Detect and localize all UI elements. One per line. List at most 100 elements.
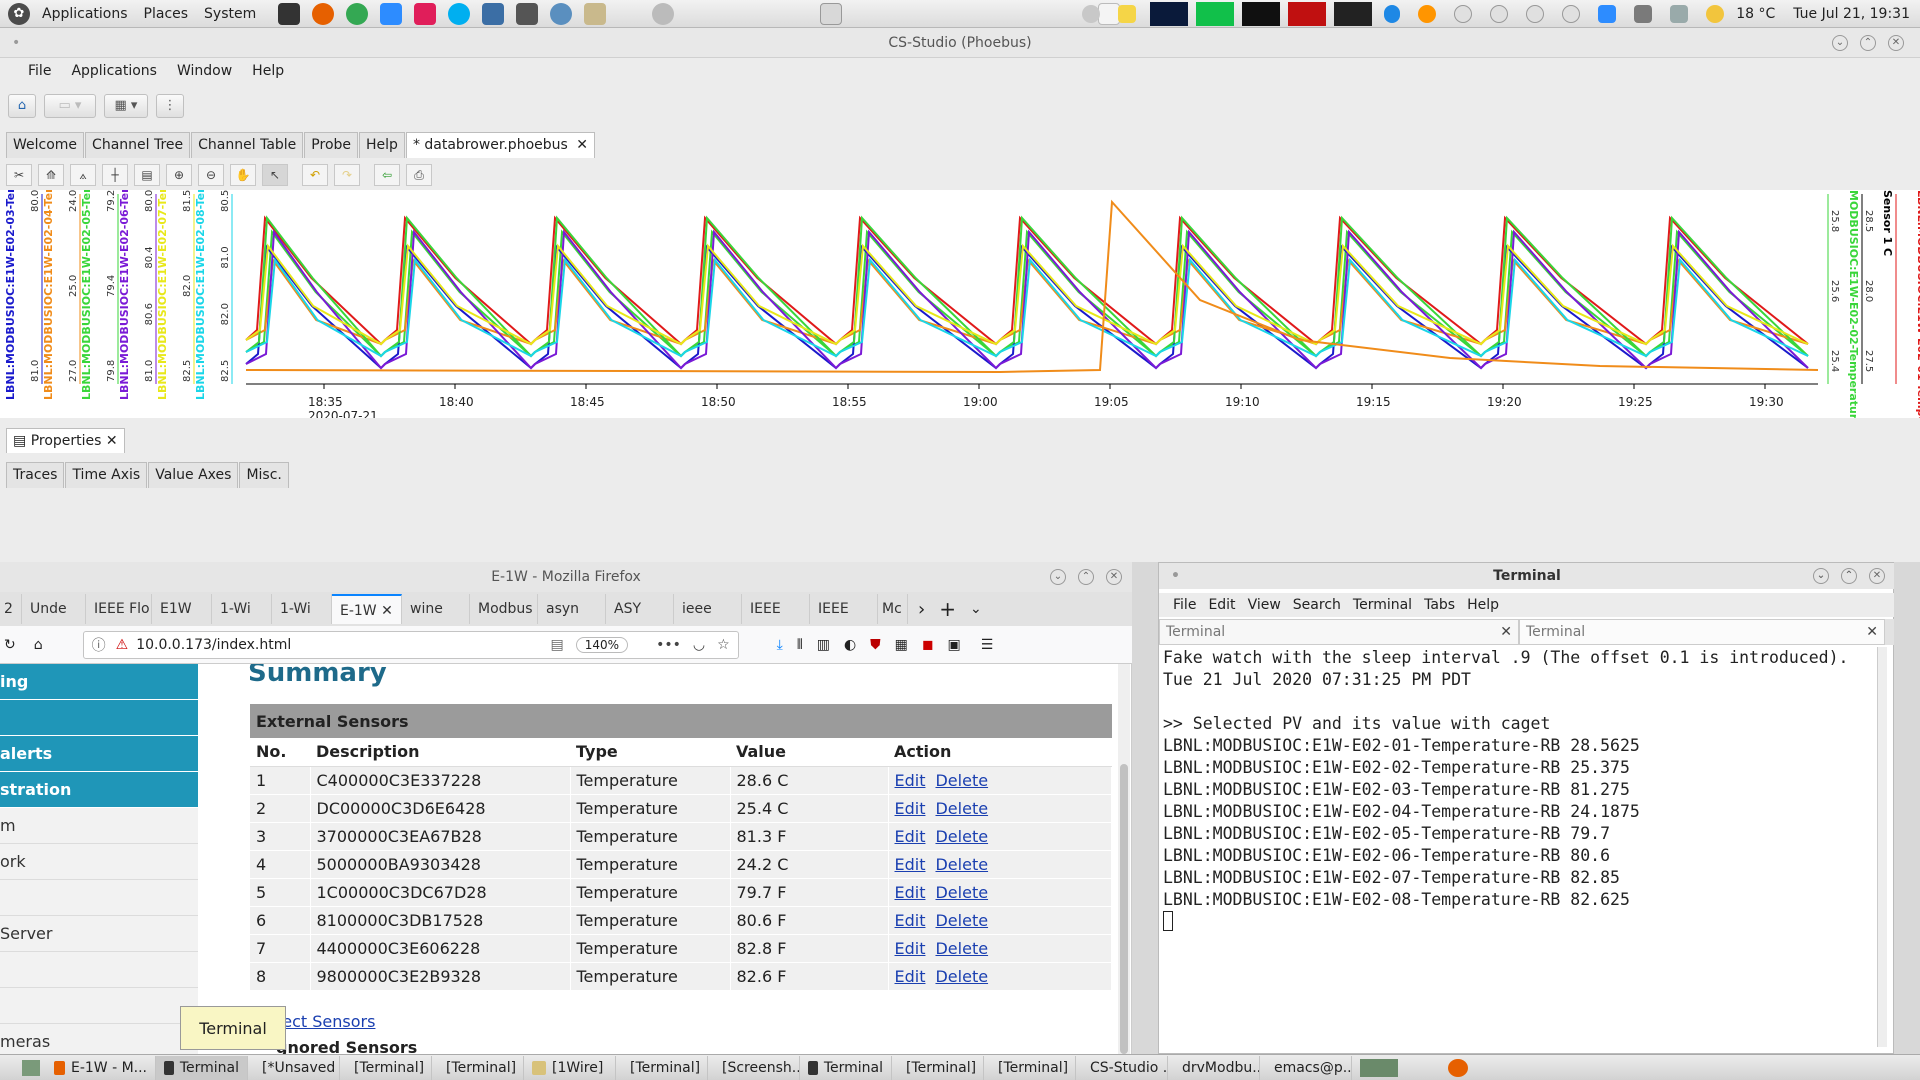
nine-tray-icon[interactable] [1526, 5, 1545, 23]
legend-icon[interactable]: ▤ [134, 164, 160, 186]
term-menu-file[interactable]: File [1167, 597, 1202, 613]
terminal-scrollbar[interactable] [1877, 647, 1887, 1047]
url-text[interactable]: 10.0.0.173/index.html [136, 637, 291, 653]
terminal-output[interactable]: Fake watch with the sleep interval .9 (T… [1163, 647, 1875, 1047]
text-editor-launcher-icon[interactable] [584, 2, 607, 25]
menu-window[interactable]: Window [167, 63, 242, 79]
ff-all-tabs-icon[interactable]: ⌄ [970, 601, 982, 617]
edit-link[interactable]: Edit [895, 883, 926, 902]
zoom-launcher-icon[interactable] [380, 2, 403, 25]
home-button[interactable]: ⌂ [8, 94, 36, 118]
ff-minimize-icon[interactable]: ⌄ [1050, 569, 1066, 585]
taskbar-item[interactable]: E-1W - M... [46, 1055, 156, 1080]
extension-icon[interactable]: ◐ [844, 637, 856, 653]
menu-file[interactable]: File [18, 63, 61, 79]
weather-sun-icon[interactable] [1082, 5, 1101, 23]
undo-icon[interactable]: ↶ [302, 164, 328, 186]
ff-tab[interactable]: IEEE [810, 594, 878, 624]
sidebar-item[interactable]: m [0, 808, 198, 844]
temperature-readout[interactable]: 18 °C [1736, 6, 1775, 22]
delete-link[interactable]: Delete [935, 855, 988, 874]
network-launcher-icon[interactable] [482, 2, 505, 25]
skype-launcher-icon[interactable] [448, 2, 471, 25]
crosshair-icon[interactable]: ┼ [102, 164, 128, 186]
hamburger-menu-icon[interactable]: ☰ [981, 637, 994, 653]
sidebar-toggle-icon[interactable]: ▥ [817, 637, 830, 653]
taskbar-item[interactable]: [Terminal] [616, 1055, 708, 1080]
sidebar-item[interactable] [0, 700, 198, 736]
term-menu-terminal[interactable]: Terminal [1347, 597, 1418, 613]
one-tray-icon[interactable] [1490, 5, 1509, 23]
taskbar-item[interactable]: [Terminal] [432, 1055, 524, 1080]
tab-misc[interactable]: Misc. [239, 462, 289, 488]
ff-tab[interactable]: asyn [538, 594, 606, 624]
back-icon[interactable]: ⇦ [374, 164, 400, 186]
tab-channel-table[interactable]: Channel Table [191, 132, 304, 158]
edit-link[interactable]: Edit [895, 855, 926, 874]
ff-maximize-icon[interactable]: ⌃ [1078, 569, 1094, 585]
info-tray-icon[interactable] [1454, 5, 1473, 23]
delete-link[interactable]: Delete [935, 883, 988, 902]
ff-tab[interactable]: 1-Wi [272, 594, 332, 624]
network-tray-icon[interactable] [1670, 5, 1689, 23]
window-menu-icon[interactable]: • [12, 28, 20, 58]
edit-link[interactable]: Edit [895, 939, 926, 958]
bluetooth-icon[interactable] [1384, 5, 1401, 23]
sidebar-item[interactable]: ork [0, 844, 198, 880]
downloads-icon[interactable]: ⤓ [777, 637, 783, 653]
ff-tab[interactable]: IEEE Flo [86, 594, 152, 624]
sidebar-item[interactable]: ing [0, 664, 198, 700]
ff-tab-active[interactable]: E-1W ✕ [332, 594, 402, 624]
term-minimize-icon[interactable]: ⌄ [1813, 568, 1829, 584]
taskbar-item[interactable]: [Terminal] [892, 1055, 984, 1080]
firefox-launcher-icon[interactable] [312, 2, 335, 25]
print-icon[interactable]: ⎙ [406, 164, 432, 186]
github-launcher-icon[interactable] [516, 2, 539, 25]
delete-link[interactable]: Delete [935, 799, 988, 818]
terminal-launcher-icon[interactable] [278, 2, 301, 25]
ff-tab-partial[interactable]: 2 [0, 594, 22, 624]
term-menu-search[interactable]: Search [1287, 597, 1347, 613]
system-menu[interactable]: System [196, 6, 264, 22]
detect-sensors-label[interactable]: tect Sensors [276, 1012, 375, 1031]
taskbar-item[interactable]: [Terminal] [340, 1055, 432, 1080]
bookmark-star-icon[interactable]: ☆ [717, 637, 730, 653]
layout-dropdown-button[interactable]: ▦ ▾ [104, 94, 148, 118]
taskbar-item[interactable]: [*Unsaved ... [248, 1055, 340, 1080]
tab-help[interactable]: Help [359, 132, 405, 158]
tab-databrowser[interactable]: * databrower.phoebus ✕ [405, 132, 595, 158]
chrome-launcher-icon[interactable] [346, 2, 369, 25]
ff-scrollbar-thumb[interactable] [1120, 764, 1128, 1054]
firefox-taskbar-icon[interactable] [1448, 1058, 1468, 1077]
reload-icon[interactable]: ↻ [4, 637, 16, 653]
slack-launcher-icon[interactable] [414, 2, 437, 25]
headphones-icon[interactable] [652, 2, 675, 25]
detect-sensors-link[interactable]: tect Sensors [276, 1012, 385, 1031]
a-tray-icon[interactable] [1562, 5, 1581, 23]
library-icon[interactable]: ⫴ [797, 637, 803, 653]
extension3-icon[interactable]: ◼ [922, 637, 934, 653]
pocket-icon[interactable]: ◡ [693, 637, 705, 653]
close-tab-2-icon[interactable]: ✕ [1866, 620, 1878, 644]
screenshot-icon[interactable] [820, 2, 843, 25]
term-menu-view[interactable]: View [1242, 597, 1287, 613]
ff-scrollbar[interactable] [1118, 664, 1130, 1054]
ff-tab[interactable]: E1W [152, 594, 212, 624]
ff-tab[interactable]: IEEE [742, 594, 810, 624]
tab-time-axis[interactable]: Time Axis [65, 462, 148, 488]
firefox-tray-icon[interactable] [1418, 5, 1437, 23]
show-desktop-icon[interactable] [22, 1059, 40, 1076]
taskbar-item[interactable]: [1Wire] [524, 1055, 616, 1080]
term-menu-edit[interactable]: Edit [1202, 597, 1241, 613]
close-properties-icon[interactable]: ✕ [106, 433, 118, 449]
globe-launcher-icon[interactable] [550, 2, 573, 25]
sidebar-item[interactable] [0, 952, 198, 988]
volume-icon[interactable] [1634, 5, 1653, 23]
ff-tab[interactable]: ieee [674, 594, 742, 624]
open-dropdown-button[interactable]: ▭ ▾ [44, 94, 96, 118]
term-close-icon[interactable]: ✕ [1869, 568, 1885, 584]
home-icon[interactable]: ⌂ [34, 637, 43, 653]
taskbar-item[interactable]: Terminal [156, 1055, 248, 1080]
delete-link[interactable]: Delete [935, 771, 988, 790]
edit-link[interactable]: Edit [895, 827, 926, 846]
